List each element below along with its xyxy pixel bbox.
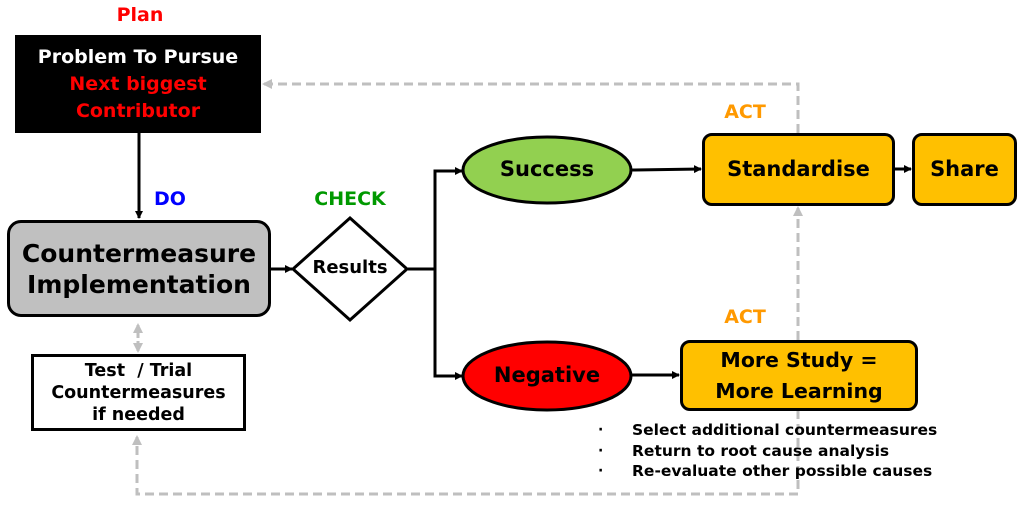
share-label: Share [930,156,999,181]
phase-label-act-top: ACT [724,101,766,123]
list-item-text: Re-evaluate other possible causes [632,462,933,480]
problem-subtitle-1: Next biggest [69,72,207,95]
test-trial-line-3: if needed [92,404,185,425]
list-item: · Re-evaluate other possible causes [598,461,937,482]
bullet-marker: · [598,422,604,438]
list-item: · Return to root cause analysis [598,441,937,462]
success-label: Success [499,157,595,181]
list-item-text: Return to root cause analysis [632,441,890,460]
bullet-marker: · [598,442,604,459]
list-item-text: Select additional countermeasures [632,421,938,439]
countermeasure-line-1: Countermeasure [21,238,257,268]
share-box[interactable]: Share [912,133,1017,206]
test-trial-line-1: Test / Trial [84,360,193,381]
phase-label-plan: Plan [116,4,164,26]
countermeasure-implementation-box[interactable]: Countermeasure Implementation [7,220,271,317]
problem-title: Problem To Pursue [37,45,239,68]
standardise-box[interactable]: Standardise [702,133,895,206]
results-label: Results [312,257,388,278]
phase-label-act-bottom: ACT [724,306,766,328]
arrow-success-to-standardise [631,165,702,174]
phase-label-check: CHECK [314,188,386,210]
bullet-marker: · [598,463,604,479]
next-steps-list: · Select additional countermeasures · Re… [598,420,937,482]
test-trial-box[interactable]: Test / Trial Countermeasures if needed [31,354,246,431]
more-study-box[interactable]: More Study = More Learning [680,340,918,411]
more-study-line-1: More Study = [720,347,878,372]
countermeasure-line-2: Implementation [27,269,251,299]
arrow-results-to-success [408,167,463,271]
phase-label-do: DO [154,188,186,210]
arrow-results-to-negative [433,269,463,380]
standardise-label: Standardise [727,156,870,181]
problem-subtitle-2: Contributor [75,99,201,122]
test-trial-line-2: Countermeasures [51,382,226,403]
list-item: · Select additional countermeasures [598,420,937,441]
negative-label: Negative [493,363,601,387]
more-study-line-2: More Learning [715,378,883,403]
problem-to-pursue-box[interactable]: Problem To Pursue Next biggest Contribut… [15,35,261,133]
